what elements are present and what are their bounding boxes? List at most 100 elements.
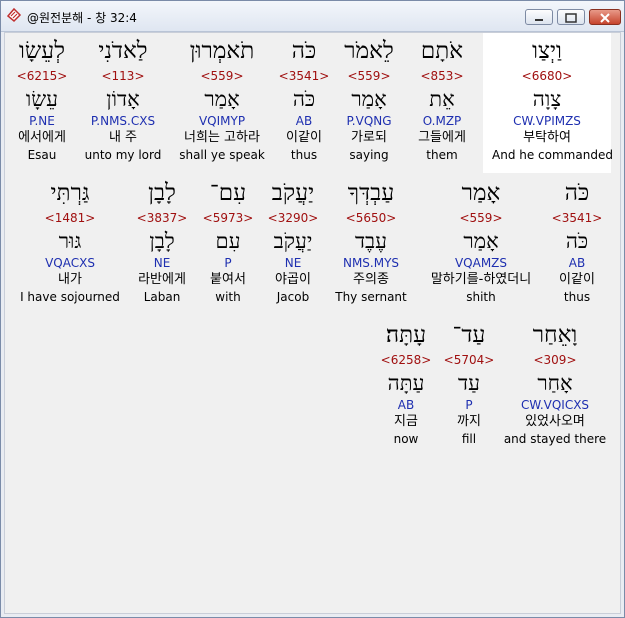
english-gloss: shith xyxy=(466,290,496,304)
strong-number: <5973> xyxy=(202,211,254,225)
parsing-code: NE xyxy=(284,256,302,270)
strong-number: <559> xyxy=(200,69,244,83)
korean-gloss: 말하기를-하였더니 xyxy=(430,272,532,287)
hebrew-lemma: עַד xyxy=(458,371,480,395)
strong-number: <3290> xyxy=(267,211,319,225)
hebrew-word: יַעֲקֹב xyxy=(271,180,315,206)
strong-number: <5704> xyxy=(443,353,495,367)
hebrew-word: עַד־ xyxy=(452,322,486,348)
window-title: @원전분해 - 창 32:4 xyxy=(27,11,137,25)
english-gloss: fill xyxy=(461,432,477,446)
parsing-code: P xyxy=(465,398,473,412)
word-cell[interactable]: יַעֲקֹב <3290> יַעֲקֹב NE 야곱이 Jacob xyxy=(257,177,329,305)
hebrew-word: לְעֵשָׂו xyxy=(19,38,65,64)
korean-gloss: 부탁하여 xyxy=(523,130,571,145)
korean-gloss: 이같이 xyxy=(559,272,595,287)
word-cell[interactable]: עִם־ <5973> עִם P 붙여서 with xyxy=(195,177,261,305)
english-gloss: I have sojourned xyxy=(20,290,120,304)
hebrew-lemma: גּוּר xyxy=(58,229,82,253)
maximize-icon xyxy=(565,13,577,23)
parsing-code: P.NE xyxy=(29,114,55,128)
word-cell[interactable]: לַאדֹנִי <113> אָדוֹן P.NMS.CXS 내 주 unto… xyxy=(73,35,173,163)
word-cell[interactable]: עַבְדְּךָ <5650> עֶבֶד NMS.MYS 주의종 Thy s… xyxy=(323,177,419,305)
app-window: @원전분해 - 창 32:4 וַיְצַו <6680> צָוָה CW.V… xyxy=(0,0,625,618)
maximize-button[interactable] xyxy=(557,9,585,25)
hebrew-word: תֹאמְרוּן xyxy=(189,38,255,64)
hebrew-word: כֹּה xyxy=(564,180,590,206)
parsing-code: VQIMYP xyxy=(198,114,246,128)
parsing-code: VQAMZS xyxy=(454,256,508,270)
korean-gloss: 너희는 고하라 xyxy=(184,130,260,145)
parsing-code: P.NMS.CXS xyxy=(90,114,156,128)
parsing-code: VQACXS xyxy=(45,256,95,270)
hebrew-lemma: אָמַר xyxy=(204,87,240,111)
hebrew-lemma: כֹּה xyxy=(565,229,589,253)
strong-number: <559> xyxy=(459,211,503,225)
hebrew-word: וַיְצַו xyxy=(532,38,562,64)
english-gloss: Laban xyxy=(143,290,181,304)
minimize-button[interactable] xyxy=(525,9,553,25)
english-gloss: Esau xyxy=(27,148,57,162)
korean-gloss: 붙여서 xyxy=(210,272,246,287)
english-gloss: Jacob xyxy=(276,290,310,304)
strong-number: <3541> xyxy=(551,211,603,225)
korean-gloss: 에서에게 xyxy=(18,130,66,145)
hebrew-lemma: אָמַר xyxy=(463,229,499,253)
parsing-code: P xyxy=(224,256,232,270)
hebrew-lemma: אָדוֹן xyxy=(106,87,140,111)
korean-gloss: 라반에게 xyxy=(138,272,186,287)
hebrew-lemma: לָבָן xyxy=(149,229,175,253)
english-gloss: and stayed there xyxy=(503,432,607,446)
word-cell[interactable]: וַיְצַו <6680> צָוָה CW.VPIMZS 부탁하여 And … xyxy=(492,35,613,163)
english-gloss: now xyxy=(393,432,419,446)
word-cell[interactable]: גַּרְתִּי <1481> גּוּר VQACXS 내가 I have … xyxy=(11,177,129,305)
hebrew-word: עִם־ xyxy=(209,180,247,206)
app-logo-icon xyxy=(6,7,22,23)
korean-gloss: 있었사오며 xyxy=(525,414,585,429)
english-gloss: shall ye speak xyxy=(179,148,265,162)
english-gloss: thus xyxy=(563,290,591,304)
english-gloss: And he commanded xyxy=(492,148,613,162)
korean-gloss: 내 주 xyxy=(108,130,138,145)
word-cell[interactable]: לָבָן <3837> לָבָן NE 라반에게 Laban xyxy=(125,177,199,305)
analysis-panel: וַיְצַו <6680> צָוָה CW.VPIMZS 부탁하여 And … xyxy=(4,32,621,614)
hebrew-lemma: צָוָה xyxy=(532,87,562,111)
english-gloss: with xyxy=(215,290,241,304)
korean-gloss: 까지 xyxy=(457,414,481,429)
word-cell[interactable]: אָמַר <559> אָמַר VQAMZS 말하기를-하였더니 shith xyxy=(413,177,549,305)
strong-number: <113> xyxy=(101,69,145,83)
korean-gloss: 내가 xyxy=(58,272,82,287)
hebrew-lemma: עִם xyxy=(215,229,241,253)
hebrew-lemma: יַעֲקֹב xyxy=(273,229,313,253)
hebrew-lemma: עֵשָׂו xyxy=(25,87,59,111)
strong-number: <3837> xyxy=(136,211,188,225)
hebrew-word: וָאֵחַר xyxy=(532,322,578,348)
hebrew-word: לָבָן xyxy=(148,180,176,206)
strong-number: <6215> xyxy=(16,69,68,83)
hebrew-lemma: עַתָּה xyxy=(387,371,425,395)
minimize-icon xyxy=(535,19,543,21)
hebrew-word: גַּרְתִּי xyxy=(50,180,90,206)
title-bar[interactable]: @원전분해 - 창 32:4 xyxy=(1,1,624,32)
word-cell[interactable]: עָתָּה׃ <6258> עַתָּה AB 지금 now xyxy=(375,319,437,447)
parsing-code: NE xyxy=(153,256,171,270)
parsing-code: CW.VQICXS xyxy=(520,398,590,412)
word-cell[interactable]: תֹאמְרוּן <559> אָמַר VQIMYP 너희는 고하라 sha… xyxy=(167,35,277,163)
english-gloss: unto my lord xyxy=(84,148,162,162)
close-icon xyxy=(600,13,610,23)
word-cell[interactable]: וָאֵחַר <309> אָחַר CW.VQICXS 있었사오며 and … xyxy=(503,319,607,447)
close-button[interactable] xyxy=(589,9,621,25)
word-cell[interactable]: לְעֵשָׂו <6215> עֵשָׂו P.NE 에서에게 Esau xyxy=(7,35,77,163)
word-cell[interactable]: כֹּה <3541> כֹּה AB 이같이 thus xyxy=(542,177,612,305)
hebrew-lemma: עֶבֶד xyxy=(354,229,388,253)
korean-gloss: 야곱이 xyxy=(275,272,311,287)
strong-number: <5650> xyxy=(345,211,397,225)
hebrew-word: לַאדֹנִי xyxy=(98,38,148,64)
hebrew-word: אָמַר xyxy=(461,180,501,206)
korean-gloss: 주의종 xyxy=(353,272,389,287)
parsing-code: AB xyxy=(568,256,586,270)
strong-number: <309> xyxy=(533,353,577,367)
word-cell[interactable]: עַד־ <5704> עַד P 까지 fill xyxy=(443,319,495,447)
hebrew-word: עַבְדְּךָ xyxy=(347,180,395,206)
strong-number: <6680> xyxy=(521,69,573,83)
